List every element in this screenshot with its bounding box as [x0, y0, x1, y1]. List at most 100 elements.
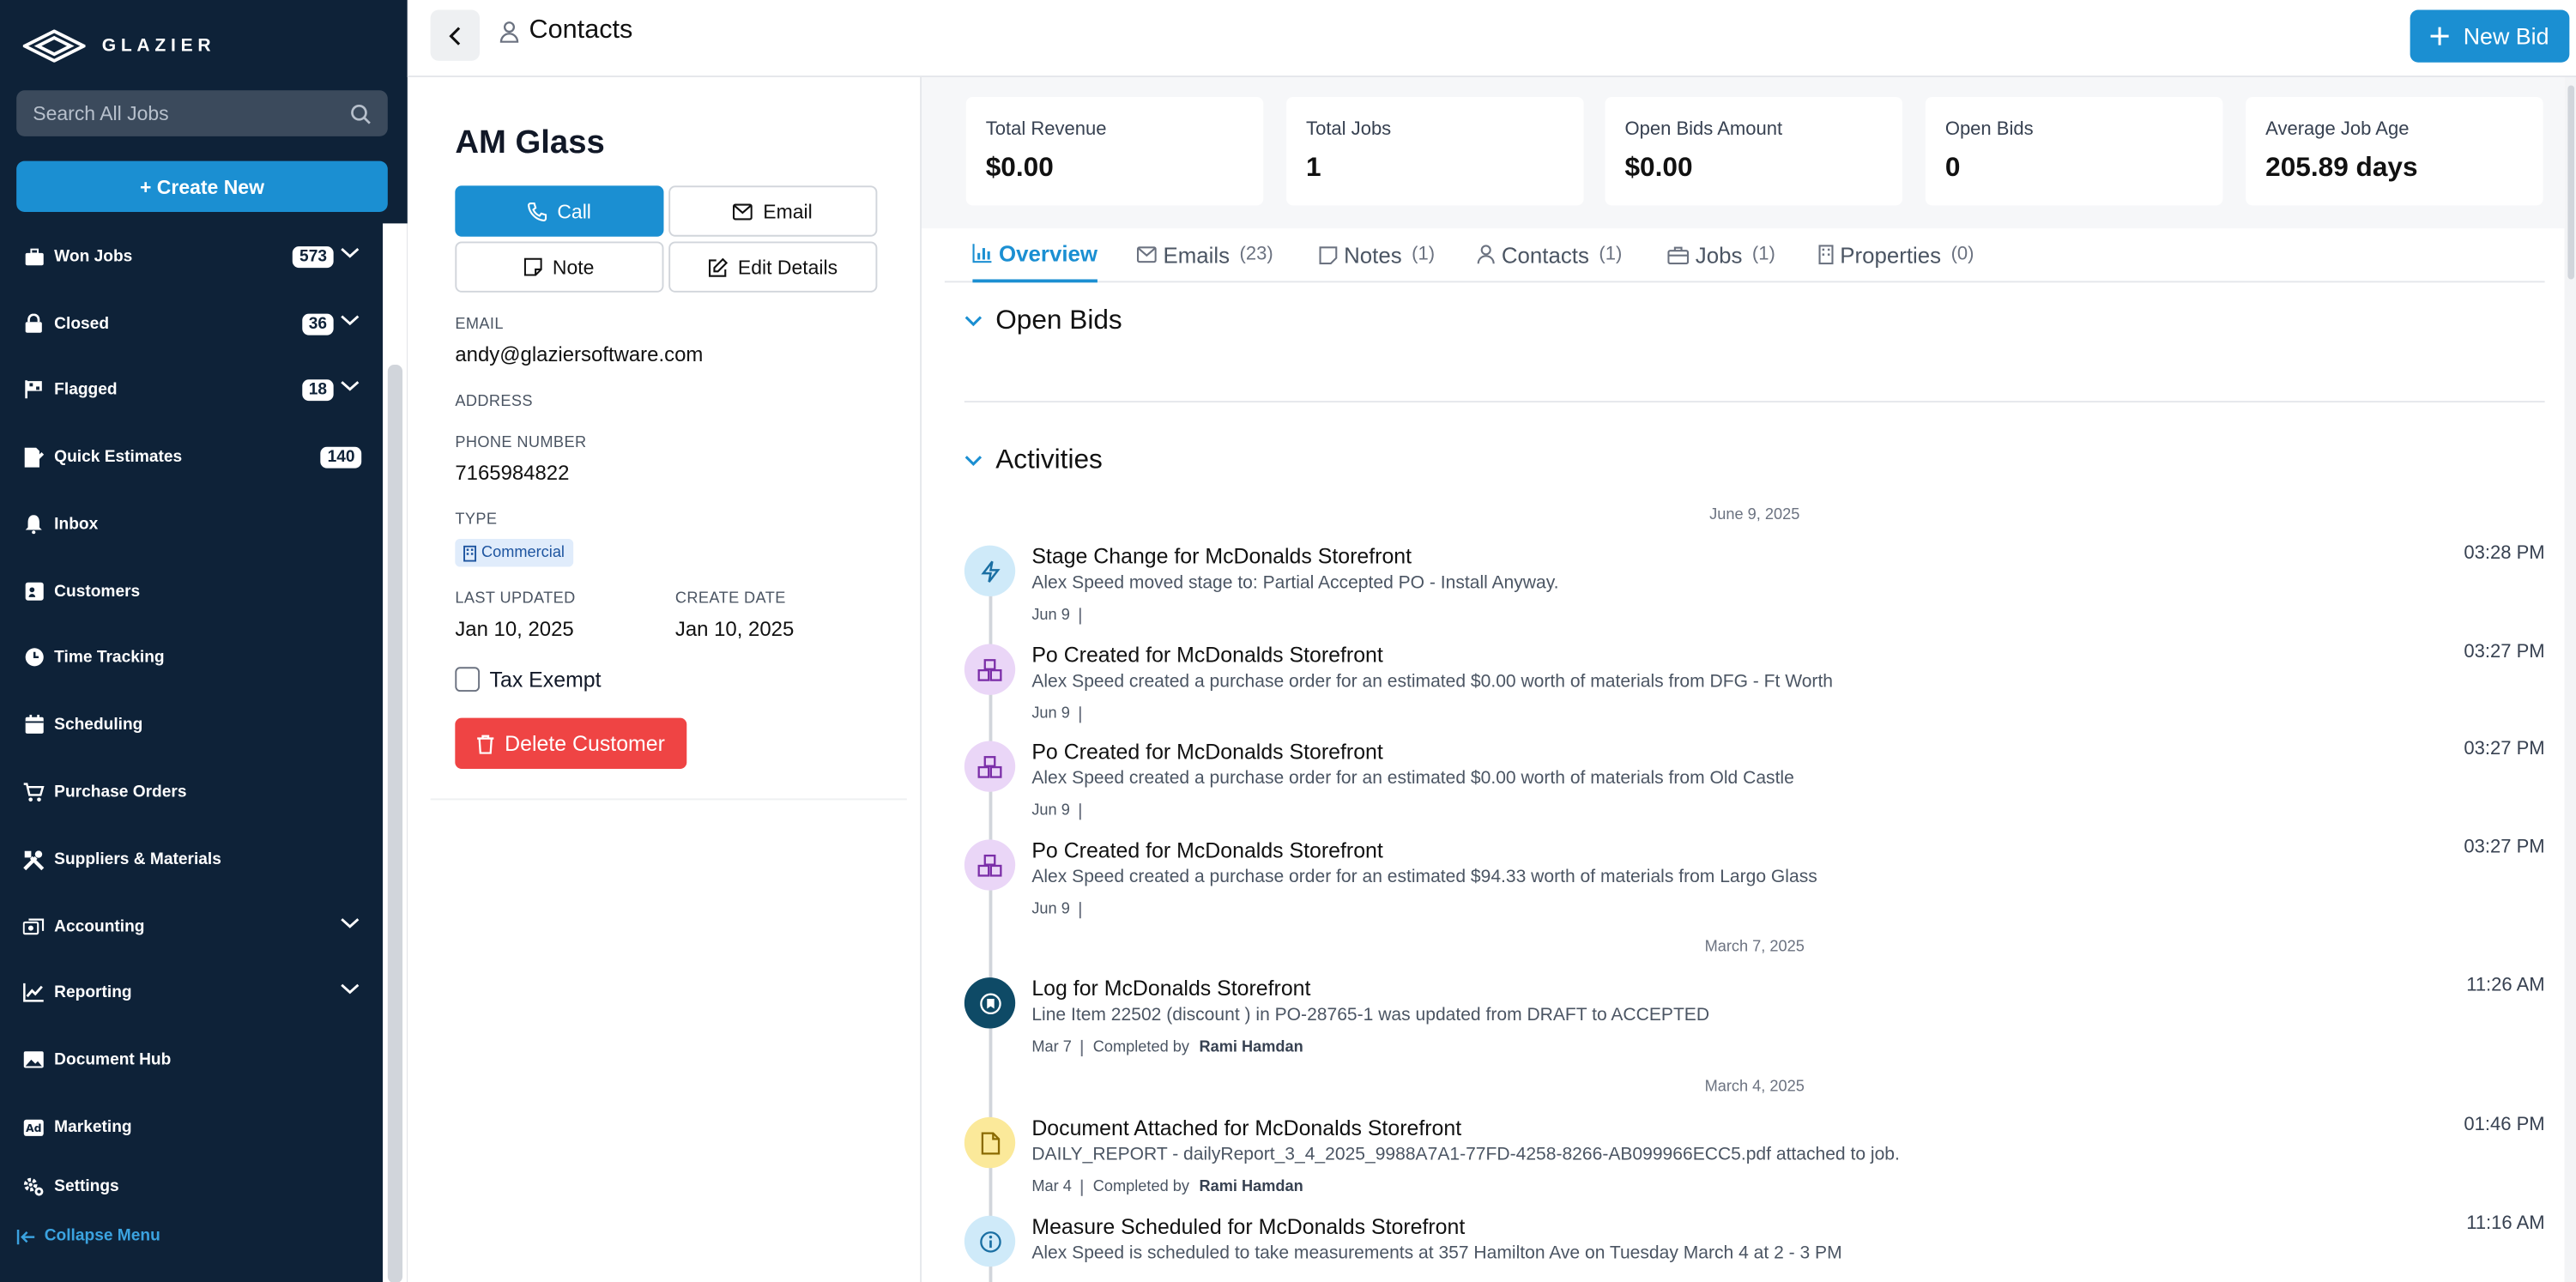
brand-logo[interactable]: GLAZIER	[22, 29, 216, 63]
tab-jobs[interactable]: Jobs (1)	[1667, 227, 1775, 282]
create-new-button[interactable]: + Create New	[16, 160, 388, 212]
chevron-down-icon	[964, 456, 983, 467]
activity-item[interactable]: Log for McDonalds Storefront Line Item 2…	[964, 976, 2545, 1071]
stat-title: Average Job Age	[2265, 119, 2410, 140]
email-button[interactable]: Email	[668, 185, 878, 237]
stat-value: 1	[1306, 153, 1321, 183]
trash-icon	[477, 734, 494, 753]
activity-date: Mar 4	[1031, 1177, 1072, 1196]
edit-details-button[interactable]: Edit Details	[668, 241, 878, 293]
sidebar-item-time-tracking[interactable]: Time Tracking	[0, 632, 383, 681]
sidebar-item-customers[interactable]: Customers	[0, 567, 383, 616]
tax-exempt-label: Tax Exempt	[489, 667, 602, 692]
back-button[interactable]	[430, 9, 481, 61]
sidebar-item-closed[interactable]: Closed 36	[0, 299, 383, 348]
sidebar-item-flagged[interactable]: Flagged 18	[0, 365, 383, 414]
sidebar-item-inbox[interactable]: Inbox	[0, 499, 383, 548]
svg-text:Ad: Ad	[26, 1121, 42, 1134]
chevron-down-icon[interactable]	[340, 379, 360, 392]
page-title-text: Contacts	[529, 16, 633, 45]
sidebar-item-label: Accounting	[54, 917, 145, 936]
sidebar-item-quick-estimates[interactable]: Quick Estimates 140	[0, 432, 383, 481]
activity-item[interactable]: Stage Change for McDonalds Storefront Al…	[964, 544, 2545, 639]
activity-time: 03:27 PM	[2464, 739, 2545, 759]
sidebar: GLAZIER Search All Jobs + Create New Won…	[0, 0, 408, 1282]
create-new-label: + Create New	[140, 174, 264, 198]
count-badge: 18	[302, 378, 334, 401]
activity-date: Jun 9	[1031, 801, 1070, 820]
chevron-down-icon[interactable]	[340, 246, 360, 259]
tab-emails[interactable]: Emails (23)	[1136, 227, 1273, 282]
sidebar-item-reporting[interactable]: Reporting	[0, 968, 383, 1017]
activity-item[interactable]: Po Created for McDonalds Storefront Alex…	[964, 740, 2545, 835]
lock-icon	[23, 313, 45, 335]
chevron-down-icon[interactable]	[340, 314, 360, 327]
image-icon	[23, 1049, 45, 1070]
tab-label: Notes	[1344, 242, 1402, 268]
activity-item[interactable]: Po Created for McDonalds Storefront Alex…	[964, 838, 2545, 933]
type-badge: Commercial	[455, 538, 573, 567]
new-bid-button[interactable]: New Bid	[2410, 9, 2570, 63]
date-header: March 4, 2025	[1704, 1077, 1805, 1096]
sidebar-item-label: Scheduling	[54, 715, 143, 734]
page-title: Contacts	[499, 16, 632, 45]
tax-exempt-row[interactable]: Tax Exempt	[455, 667, 602, 692]
stat-card-average-job-age: Average Job Age 205.89 days	[2246, 96, 2543, 206]
sidebar-item-marketing[interactable]: Ad Marketing	[0, 1103, 383, 1152]
tools-icon	[23, 849, 45, 870]
tab-properties[interactable]: Properties (0)	[1818, 227, 1974, 282]
sidebar-item-scheduling[interactable]: Scheduling	[0, 700, 383, 749]
tab-contacts[interactable]: Contacts (1)	[1477, 227, 1622, 282]
tab-count: (1)	[1412, 245, 1436, 265]
phone-value: 7165984822	[455, 461, 570, 485]
activity-time: 11:26 AM	[2466, 976, 2545, 996]
tab-overview[interactable]: Overview	[972, 227, 1098, 283]
sidebar-item-label: Document Hub	[54, 1050, 172, 1069]
activity-item[interactable]: Document Attached for McDonalds Storefro…	[964, 1116, 2545, 1211]
completed-by-name: Rami Hamdan	[1199, 1177, 1303, 1196]
chevron-left-icon	[449, 26, 461, 45]
activity-title: Measure Scheduled for McDonalds Storefro…	[1031, 1213, 1466, 1239]
chevron-down-icon[interactable]	[340, 916, 360, 929]
mail-icon	[1136, 246, 1157, 263]
briefcase-icon	[1667, 245, 1690, 264]
activity-time: 03:27 PM	[2464, 838, 2545, 858]
activity-item[interactable]: Measure Scheduled for McDonalds Storefro…	[964, 1214, 2545, 1282]
sidebar-item-won-jobs[interactable]: Won Jobs 573	[0, 232, 383, 281]
email-value: andy@glaziersoftware.com	[455, 343, 704, 366]
sidebar-item-settings[interactable]: Settings	[0, 1162, 383, 1211]
search-input[interactable]: Search All Jobs	[16, 90, 388, 136]
activity-item[interactable]: Po Created for McDonalds Storefront Alex…	[964, 643, 2545, 738]
sidebar-item-purchase-orders[interactable]: Purchase Orders	[0, 767, 383, 816]
customer-panel: AM Glass Call Email Note Edit Details EM…	[408, 76, 922, 1282]
activities-section-toggle[interactable]: Activities	[964, 445, 1103, 476]
sidebar-scrollbar-thumb[interactable]	[387, 365, 403, 1282]
call-button[interactable]: Call	[455, 185, 664, 237]
delete-customer-button[interactable]: Delete Customer	[455, 717, 687, 770]
phone-label-heading: PHONE NUMBER	[455, 433, 587, 452]
main-scrollbar-thumb[interactable]	[2567, 85, 2575, 280]
sidebar-item-suppliers-materials[interactable]: Suppliers & Materials	[0, 835, 383, 884]
activities-heading: Activities	[995, 444, 1103, 475]
open-bids-heading: Open Bids	[995, 305, 1122, 336]
note-button[interactable]: Note	[455, 241, 664, 293]
new-bid-label: New Bid	[2463, 22, 2549, 50]
stat-value: 205.89 days	[2265, 153, 2418, 183]
sidebar-item-accounting[interactable]: Accounting	[0, 902, 383, 951]
activity-date: Mar 7	[1031, 1037, 1072, 1057]
tab-label: Jobs	[1695, 242, 1743, 268]
activity-description: Alex Speed moved stage to: Partial Accep…	[1031, 573, 1559, 594]
log-icon	[964, 977, 1016, 1029]
email-label: Email	[763, 199, 813, 223]
activity-time: 03:27 PM	[2464, 642, 2545, 662]
sidebar-item-document-hub[interactable]: Document Hub	[0, 1035, 383, 1084]
tax-exempt-checkbox[interactable]	[455, 667, 481, 692]
chevron-down-icon[interactable]	[340, 983, 360, 995]
activity-time: 01:46 PM	[2464, 1115, 2545, 1135]
collapse-menu-button[interactable]: Collapse Menu	[16, 1227, 160, 1245]
search-icon	[351, 103, 371, 124]
open-bids-section-toggle[interactable]: Open Bids	[964, 305, 1122, 336]
sidebar-item-label: Closed	[54, 314, 110, 333]
flag-icon	[23, 378, 45, 400]
tab-notes[interactable]: Notes (1)	[1319, 227, 1435, 282]
